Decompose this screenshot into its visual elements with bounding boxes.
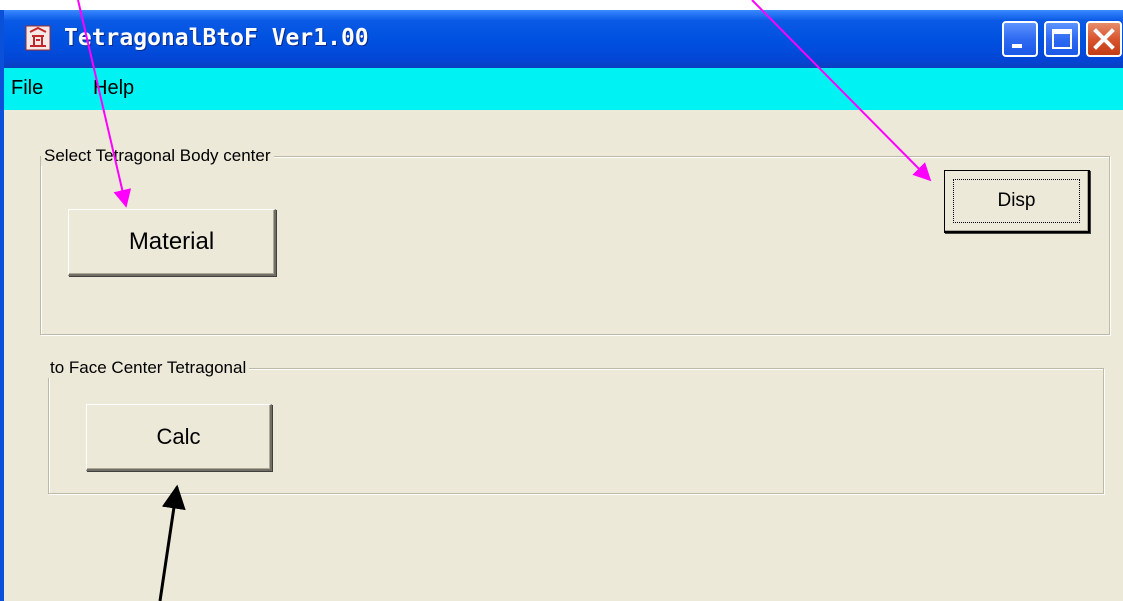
window-title: TetragonalBtoF Ver1.00 <box>64 25 369 51</box>
menu-file[interactable]: File <box>11 77 43 100</box>
disp-button[interactable]: Disp <box>944 170 1090 233</box>
maximize-button[interactable] <box>1044 21 1080 57</box>
minimize-button[interactable] <box>1002 21 1038 57</box>
title-bar[interactable]: TetragonalBtoF Ver1.00 <box>4 10 1123 68</box>
calc-button[interactable]: Calc <box>86 404 272 471</box>
menu-help[interactable]: Help <box>93 77 134 100</box>
maximize-icon <box>1052 29 1072 49</box>
focus-ring <box>953 179 1080 223</box>
group-face-center-legend: to Face Center Tetragonal <box>47 358 250 378</box>
application-window: TetragonalBtoF Ver1.00 File Help Select … <box>0 10 1123 601</box>
group-body-center-legend: Select Tetragonal Body center <box>41 146 274 166</box>
material-button-label: Material <box>128 228 215 255</box>
close-button[interactable] <box>1086 21 1122 57</box>
minimize-icon <box>1012 44 1022 48</box>
app-logo-icon <box>25 25 51 51</box>
menu-bar: File Help <box>4 68 1123 110</box>
material-button[interactable]: Material <box>68 209 276 276</box>
calc-button-label: Calc <box>156 424 201 449</box>
close-icon <box>1093 28 1115 50</box>
